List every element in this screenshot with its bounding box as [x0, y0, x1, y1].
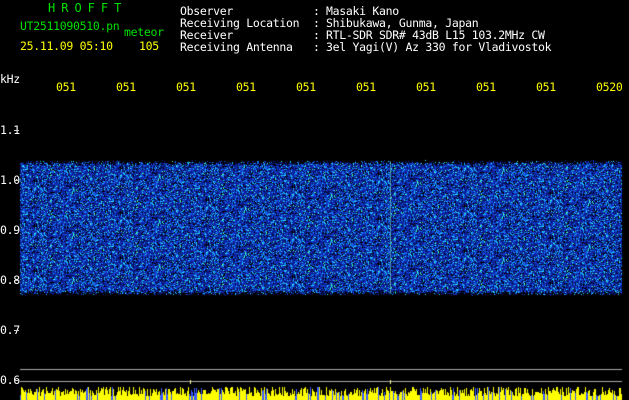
time-tick-label: 051	[236, 80, 256, 94]
freq-tick-mark	[14, 280, 19, 281]
time-tick-label: 051	[536, 80, 556, 94]
header-label: Receiving Antenna	[180, 40, 293, 54]
time-tick-label: 051	[56, 80, 76, 94]
freq-tick-mark	[14, 230, 19, 231]
hrofft-logo: HROFFT	[48, 1, 128, 15]
file-name: UT2511090510.pn	[20, 19, 120, 33]
freq-tick-mark	[14, 380, 19, 381]
time-tick-label: 051	[416, 80, 436, 94]
time-tick-label: 0520	[596, 80, 623, 94]
freq-tick-mark	[14, 130, 19, 131]
freq-tick-mark	[14, 330, 19, 331]
time-tick-label: 051	[356, 80, 376, 94]
time-tick-label: 051	[116, 80, 136, 94]
file-type: meteor	[124, 25, 164, 39]
spectrogram-canvas	[0, 0, 629, 400]
freq-tick-mark	[14, 180, 19, 181]
record-datetime: 25.11.09 05:10	[20, 39, 113, 53]
time-tick-label: 051	[476, 80, 496, 94]
header-row-antenna: Receiving Antenna:3el Yagi(V) Az 330 for…	[180, 40, 552, 54]
record-count: 105	[139, 39, 159, 53]
header-value: 3el Yagi(V) Az 330 for Vladivostok	[326, 40, 552, 54]
time-tick-label: 051	[296, 80, 316, 94]
time-tick-label: 051	[176, 80, 196, 94]
freq-axis-unit: kHz	[0, 72, 20, 86]
